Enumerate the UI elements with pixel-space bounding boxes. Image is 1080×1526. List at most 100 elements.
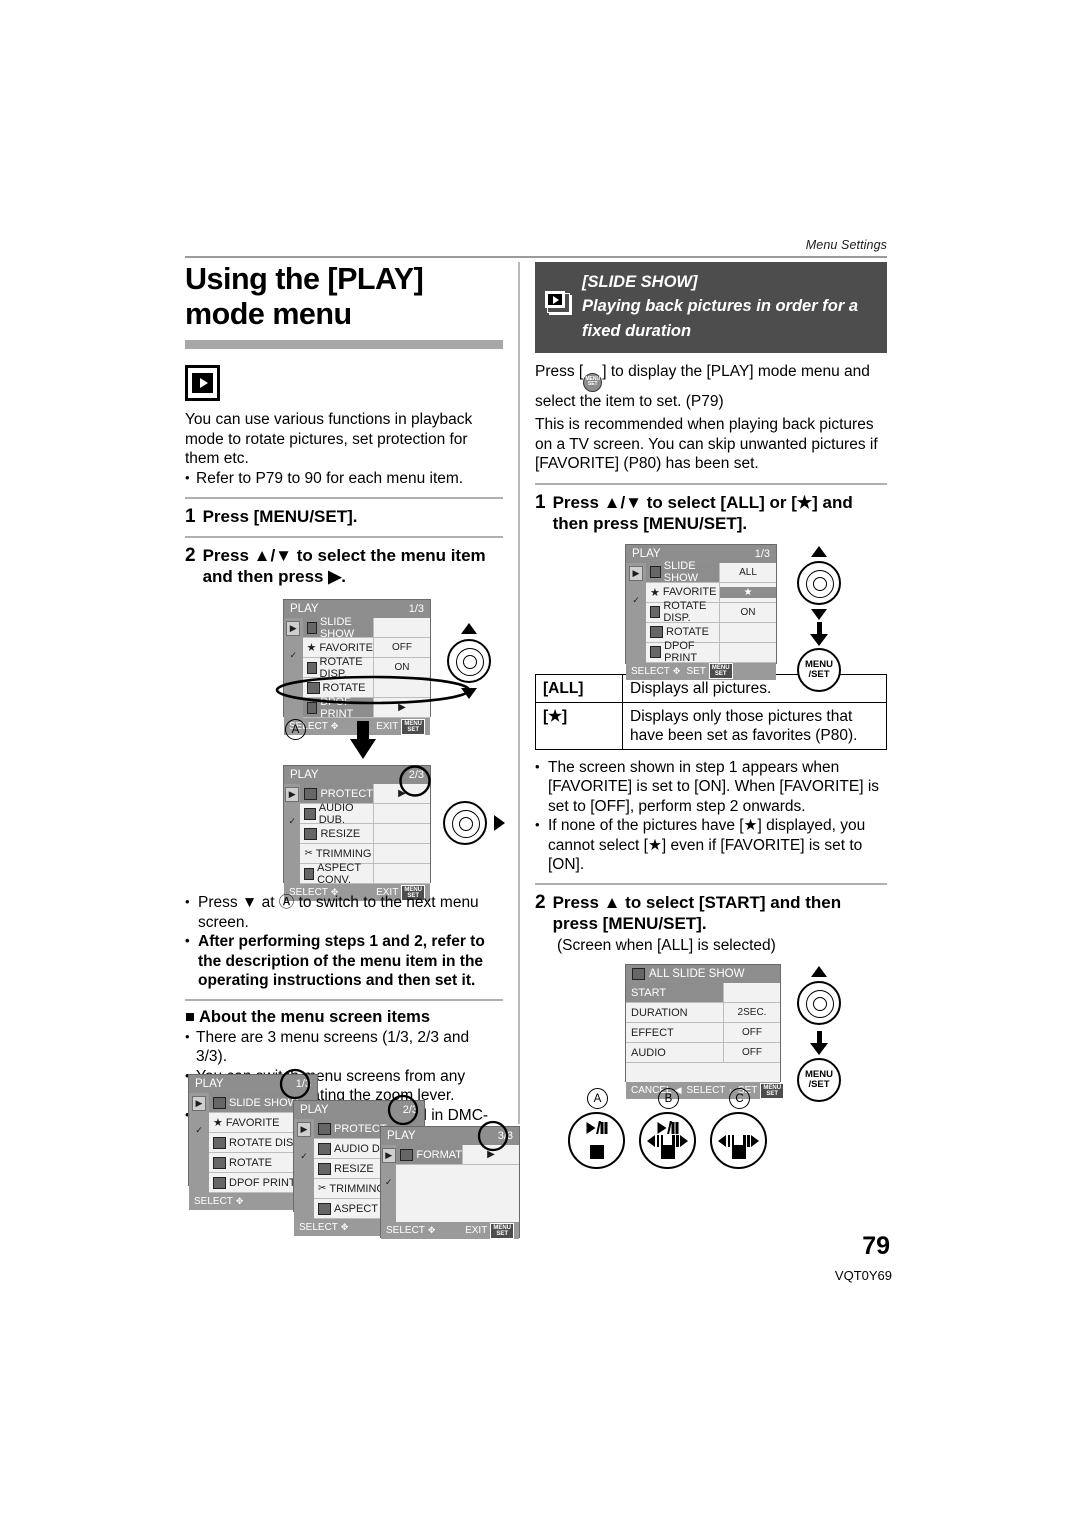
menu-label: TRIMMING: [315, 847, 372, 860]
list-item: There are 3 menu screens (1/3, 2/3 and 3…: [185, 1027, 503, 1067]
right-arrow-icon: [494, 815, 505, 831]
lcd-tab-strip: ▶ ✓: [294, 1119, 314, 1219]
cursor-dpad-icon: [447, 639, 491, 683]
play-pause-icon: [657, 1121, 678, 1134]
down-arrow-icon: [461, 688, 477, 699]
paragraph-text-a: Press [: [535, 363, 584, 380]
menu-set-badge: MENU SET: [708, 663, 733, 679]
cursor-dpad-icon: [443, 801, 487, 845]
protect-icon: [304, 787, 318, 800]
lcd-screen-slideshow-select: PLAY 1/3 ▶ ✓ SLIDE SHOW ALL ★ FAVORITE ★…: [625, 543, 777, 680]
lcd-tab-strip: ▶ ✓: [626, 562, 646, 663]
menu-label: ROTATE DISP.: [229, 1136, 303, 1149]
star-icon: ★: [650, 586, 660, 599]
step-number: 2: [185, 545, 196, 566]
callout-c: C: [729, 1088, 750, 1109]
lcd-title: PLAY: [300, 1104, 329, 1116]
menu-label: AUDIO: [626, 1043, 724, 1062]
play-pause-icon: [586, 1121, 607, 1134]
table-row[interactable]: AUDIO DUB.: [300, 802, 430, 826]
flow-down-arrow-icon: [350, 721, 376, 759]
lcd-title: PLAY: [290, 603, 319, 615]
setup-wrench-icon[interactable]: ✓: [381, 1175, 396, 1190]
up-arrow-icon: [811, 966, 827, 977]
footer-exit-label: EXIT: [376, 721, 399, 732]
stop-icon: [731, 1145, 746, 1159]
list-item: After performing steps 1 and 2, refer to…: [185, 931, 503, 991]
table-row[interactable]: ASPECT CONV.: [300, 861, 430, 886]
section-heading: ■ About the menu screen items: [185, 1007, 431, 1026]
table-row: [★] Displays only those pictures that ha…: [535, 701, 887, 750]
setup-wrench-icon[interactable]: ✓: [629, 592, 643, 608]
menu-set-button-icon: MENU SET: [583, 372, 603, 392]
menu-value: 2SEC.: [737, 1007, 767, 1018]
menu-value: ALL: [739, 566, 757, 578]
page-number: 79: [862, 1232, 890, 1260]
table-row[interactable]: SLIDE SHOW ALL: [646, 560, 776, 584]
audio-dub-icon: [318, 1142, 331, 1155]
stop-icon: [589, 1145, 604, 1159]
callout-a: A: [587, 1088, 608, 1109]
setup-wrench-icon[interactable]: ✓: [285, 814, 300, 829]
lcd-title: PLAY: [195, 1078, 224, 1090]
table-row[interactable]: DURATION 2SEC.: [626, 1003, 780, 1023]
slideshow-banner: [SLIDE SHOW] Playing back pictures in or…: [535, 262, 887, 353]
lcd-footer: SELECT ✥ EXIT MENU SET: [381, 1222, 519, 1239]
up-arrow-icon: [461, 623, 477, 634]
list-item: If none of the pictures have [★] display…: [535, 815, 887, 875]
table-row[interactable]: AUDIO OFF: [626, 1043, 780, 1063]
footer-select-label: SELECT: [631, 665, 670, 677]
callout-a: A: [285, 719, 306, 740]
rotate-disp-icon: [650, 606, 661, 618]
lcd-titlebar: ALL SLIDE SHOW: [626, 965, 780, 983]
lcd-tab-strip: ▶ ✓: [189, 1093, 209, 1193]
menu-value: ON: [394, 662, 410, 673]
left-note-list: Press ▼ at Ⓐ to switch to the next menu …: [185, 892, 503, 991]
table-row[interactable]: START: [626, 983, 780, 1003]
menu-label: ASPECT CONV.: [317, 861, 361, 886]
right-paragraph-1: Press [MENU SET] to display the [PLAY] mo…: [535, 362, 887, 411]
table-row[interactable]: SLIDE SHOW: [302, 616, 430, 640]
play-tab-icon[interactable]: ▶: [297, 1122, 311, 1137]
lcd-page-indicator: 1/3: [408, 603, 424, 615]
setup-wrench-icon[interactable]: ✓: [297, 1149, 311, 1164]
divider: [535, 882, 887, 885]
banner-title: [SLIDE SHOW]: [582, 273, 698, 291]
play-tab-icon[interactable]: ▶: [629, 565, 643, 581]
menu-set-badge: MENU SET: [401, 718, 425, 735]
down-arrow-icon: [811, 608, 827, 620]
play-tab-icon[interactable]: ▶: [192, 1096, 206, 1111]
table-row[interactable]: DPOF PRINT: [646, 640, 776, 664]
flow-down-arrow-icon: [810, 1031, 828, 1055]
cursor-dpad-icon: [797, 981, 841, 1025]
table-row[interactable]: RESIZE: [300, 824, 430, 844]
step-number: 1: [535, 491, 546, 513]
divider: [185, 536, 503, 538]
setup-wrench-icon[interactable]: ✓: [192, 1123, 206, 1138]
table-key: [ALL]: [535, 673, 623, 703]
step-text: Press [MENU/SET].: [202, 507, 358, 526]
play-tab-icon[interactable]: ▶: [381, 1148, 396, 1163]
menu-value: OFF: [392, 642, 412, 653]
footer-exit-label: EXIT: [465, 1225, 488, 1236]
divider: [185, 497, 503, 499]
play-tab-icon[interactable]: ▶: [285, 787, 300, 802]
format-icon: [400, 1148, 414, 1161]
star-icon: ★: [306, 642, 317, 654]
table-row[interactable]: EFFECT OFF: [626, 1023, 780, 1043]
footer-select-label: SELECT: [386, 1225, 425, 1236]
menu-set-badge: MENU SET: [490, 1222, 514, 1239]
menu-label: DPOF PRINT: [229, 1176, 296, 1189]
intro-text: You can use various functions in playbac…: [185, 411, 473, 467]
play-tab-icon[interactable]: ▶: [286, 621, 301, 636]
right-paragraph-2: This is recommended when playing back pi…: [535, 416, 878, 472]
menu-label: TRIMMING: [329, 1182, 385, 1195]
trimming-icon: ✂: [304, 848, 313, 859]
slideshow-icon: [632, 968, 645, 980]
right-step-1: 1 Press ▲/▼ to select [ALL] or [★] and t…: [535, 492, 887, 534]
table-row[interactable]: ROTATE DISP. ON: [646, 600, 776, 624]
banner-subtitle-line1: Playing back pictures in order for a: [582, 297, 858, 315]
right-step-2: 2 Press ▲ to select [START] and then pre…: [535, 892, 887, 934]
menu-value: ★: [720, 586, 776, 598]
setup-wrench-icon[interactable]: ✓: [286, 648, 301, 663]
